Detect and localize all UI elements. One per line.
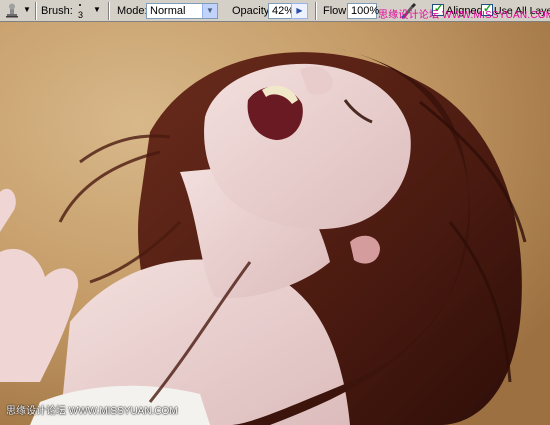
chevron-down-icon: ▼ (23, 5, 31, 14)
watermark-bottom: 思缘设计论坛 WWW.MISSYUAN.COM (6, 406, 178, 417)
tool-preset-picker[interactable]: ▼ (2, 2, 32, 19)
watermark-top: 思缘设计论坛 WWW.MISSYUAN.COM (378, 10, 550, 21)
brush-preview-dot (79, 4, 81, 6)
separator (35, 2, 37, 20)
chevron-down-icon[interactable]: ▼ (202, 4, 217, 18)
mode-value: Normal (150, 5, 186, 17)
flow-label: Flow: (323, 5, 350, 17)
opacity-slider-arrow-icon[interactable]: ▶ (291, 3, 308, 19)
flow-value: 100% (351, 5, 380, 17)
flow-input[interactable]: 100% (347, 3, 380, 19)
mode-label: Mode: (117, 5, 148, 17)
opacity-input[interactable]: 42% (268, 3, 294, 19)
brush-picker-arrow-icon[interactable]: ▼ (93, 5, 101, 15)
mode-select[interactable]: Normal ▼ (146, 3, 218, 19)
separator (108, 2, 110, 20)
brush-size[interactable]: 3 (78, 10, 83, 20)
brush-label: Brush: (41, 5, 73, 17)
ear (350, 235, 380, 264)
separator (315, 2, 317, 20)
opacity-label: Opacity: (232, 5, 273, 17)
clone-stamp-icon (6, 3, 18, 18)
photo-canvas[interactable] (0, 22, 550, 425)
